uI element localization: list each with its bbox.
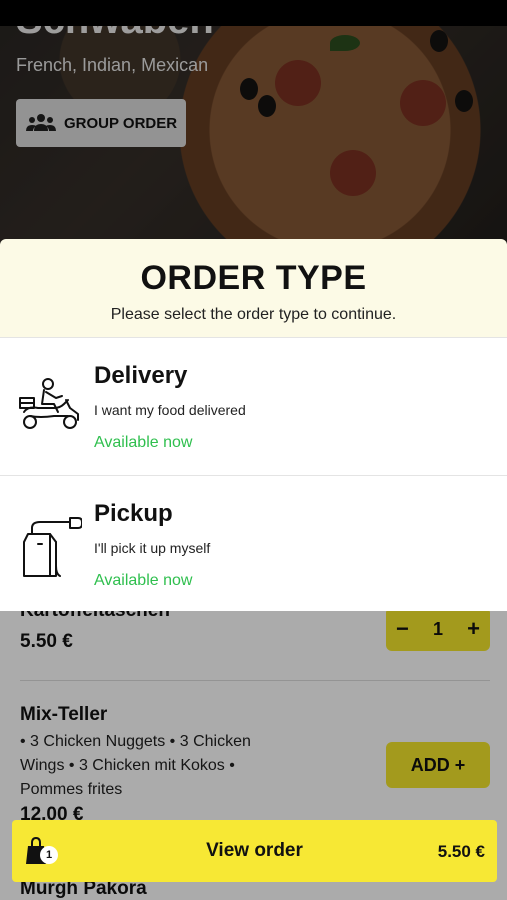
modal-header: ORDER TYPE Please select the order type … [0,239,507,337]
option-title: Pickup [94,500,173,527]
order-option-delivery[interactable]: Delivery I want my food delivered Availa… [0,337,507,475]
modal-subtitle: Please select the order type to continue… [110,306,397,323]
pickup-bag-icon [23,517,82,577]
option-availability: Available now [94,572,193,589]
cart-total: 5.50 € [437,842,485,861]
modal-title: ORDER TYPE [140,259,367,297]
delivery-scooter-icon [19,378,79,429]
view-order-button[interactable]: 1 View order 5.50 € [12,820,497,882]
cart-count-badge: 1 [40,846,58,864]
option-title: Delivery [94,362,188,389]
option-description: I want my food delivered [94,402,246,418]
status-bar [0,0,507,26]
option-description: I'll pick it up myself [94,540,211,556]
option-availability: Available now [94,434,193,451]
view-order-label: View order [206,840,303,861]
order-option-pickup[interactable]: Pickup I'll pick it up myself Available … [0,475,507,611]
order-type-modal: ORDER TYPE Please select the order type … [0,239,507,611]
